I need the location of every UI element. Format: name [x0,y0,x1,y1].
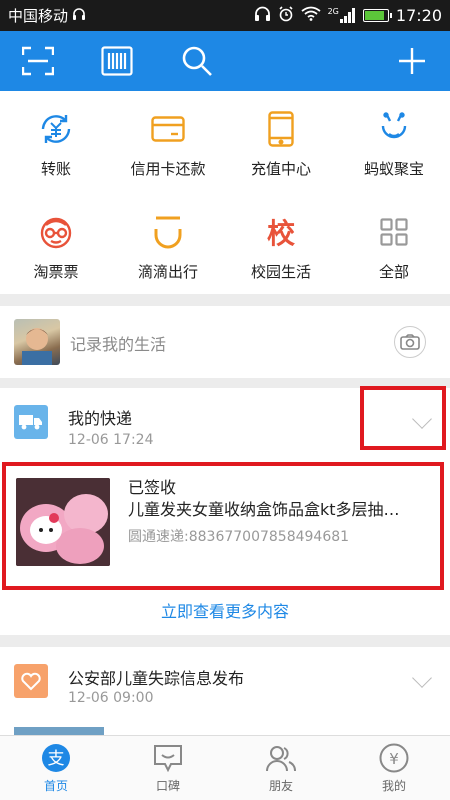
carrier-name: 中国移动 [8,7,69,25]
express-title: 我的快递 [68,409,133,428]
headset-icon [72,7,86,25]
top-toolbar [0,31,450,91]
tab-label: 我的 [381,779,406,793]
friends-icon [225,741,337,775]
grid-label: 校园生活 [250,263,311,281]
ticket-face-icon [0,212,112,252]
wallet-icon: ¥ [338,741,450,775]
campus-icon: 校 [225,212,337,252]
tab-label: 口碑 [155,779,180,793]
grid-item-recharge[interactable]: 充值中心 [225,109,337,179]
grid-label: 淘票票 [33,263,79,281]
service-grid: 转账 信用卡还款 充值中心 蚂蚁聚宝 淘票票 滴滴出行 校 校园生活 全部 [0,91,450,294]
notice-title: 公安部儿童失踪信息发布 [68,669,245,688]
campus-glyph: 校 [266,217,295,250]
chevron-down-icon[interactable] [412,668,432,688]
grid-label: 充值中心 [250,160,311,178]
tab-home[interactable]: 支 首页 [0,741,112,794]
highlight-box-expand [360,386,446,450]
tab-friends[interactable]: 朋友 [225,741,337,794]
credit-card-icon [112,109,224,149]
grid-label: 蚂蚁聚宝 [363,160,424,178]
tab-mine[interactable]: ¥ 我的 [338,741,450,794]
phone-icon [225,109,337,149]
notice-image-strip [14,727,104,735]
tab-label: 朋友 [268,779,293,793]
grid-item-credit-card[interactable]: 信用卡还款 [112,109,224,179]
clock: 17:20 [395,6,442,25]
home-icon: 支 [0,741,112,775]
koubei-icon [112,741,224,775]
grid-label: 全部 [378,263,409,281]
tab-koubei[interactable]: 口碑 [112,741,224,794]
record-prompt: 记录我的生活 [70,335,167,354]
status-bar: 中国移动 2G 17:20 [0,0,450,31]
record-life-bar[interactable]: 记录我的生活 [0,306,450,378]
grid-label: 信用卡还款 [130,160,206,178]
grid-icon [338,212,450,252]
truck-icon [14,405,48,439]
signal-icon: 2G [327,7,356,23]
ant-icon [338,109,450,149]
notice-time: 12-06 09:00 [68,690,154,706]
search-icon[interactable] [177,41,217,81]
didi-icon [112,212,224,252]
delivery-status: 已签收 [128,478,177,497]
avatar [14,319,60,365]
grid-label: 滴滴出行 [137,263,198,281]
heart-hands-icon [14,664,48,698]
grid-item-taopiaopiao[interactable]: 淘票票 [0,212,112,282]
scan-icon[interactable] [18,41,58,81]
grid-label: 转账 [40,160,71,178]
view-more-link[interactable]: 立即查看更多内容 [0,598,450,622]
grid-item-campus[interactable]: 校 校园生活 [225,212,337,282]
grid-item-didi[interactable]: 滴滴出行 [112,212,224,282]
headphones-icon [254,6,271,26]
network-type: 2G [327,7,339,16]
battery-icon [362,9,392,22]
camera-icon[interactable] [394,326,426,358]
carrier-group: 中国移动 [8,5,86,26]
missing-children-card[interactable]: 公安部儿童失踪信息发布 12-06 09:00 [0,647,450,735]
grid-item-transfer[interactable]: 转账 [0,109,112,179]
tracking-number: 圆通速递:883677007858494681 [128,529,350,545]
svg-text:¥: ¥ [389,750,399,768]
alarm-icon [278,5,294,26]
express-time: 12-06 17:24 [68,432,154,448]
barcode-icon[interactable] [97,41,137,81]
transfer-icon [0,109,112,149]
plus-icon[interactable] [392,41,432,81]
express-card: 我的快递 12-06 17:24 已签收 儿童发夹女童收纳盒饰品盒kt多层抽… … [0,386,450,635]
tab-label: 首页 [43,779,68,793]
bottom-tab-bar: 支 首页 口碑 朋友 ¥ 我的 [0,735,450,800]
status-right: 2G 17:20 [254,5,442,26]
wifi-icon [301,6,321,25]
svg-text:支: 支 [48,749,65,769]
product-thumbnail[interactable] [16,478,110,566]
grid-item-all[interactable]: 全部 [338,212,450,282]
grid-item-ant-fortune[interactable]: 蚂蚁聚宝 [338,109,450,179]
product-name[interactable]: 儿童发夹女童收纳盒饰品盒kt多层抽… [128,496,428,520]
